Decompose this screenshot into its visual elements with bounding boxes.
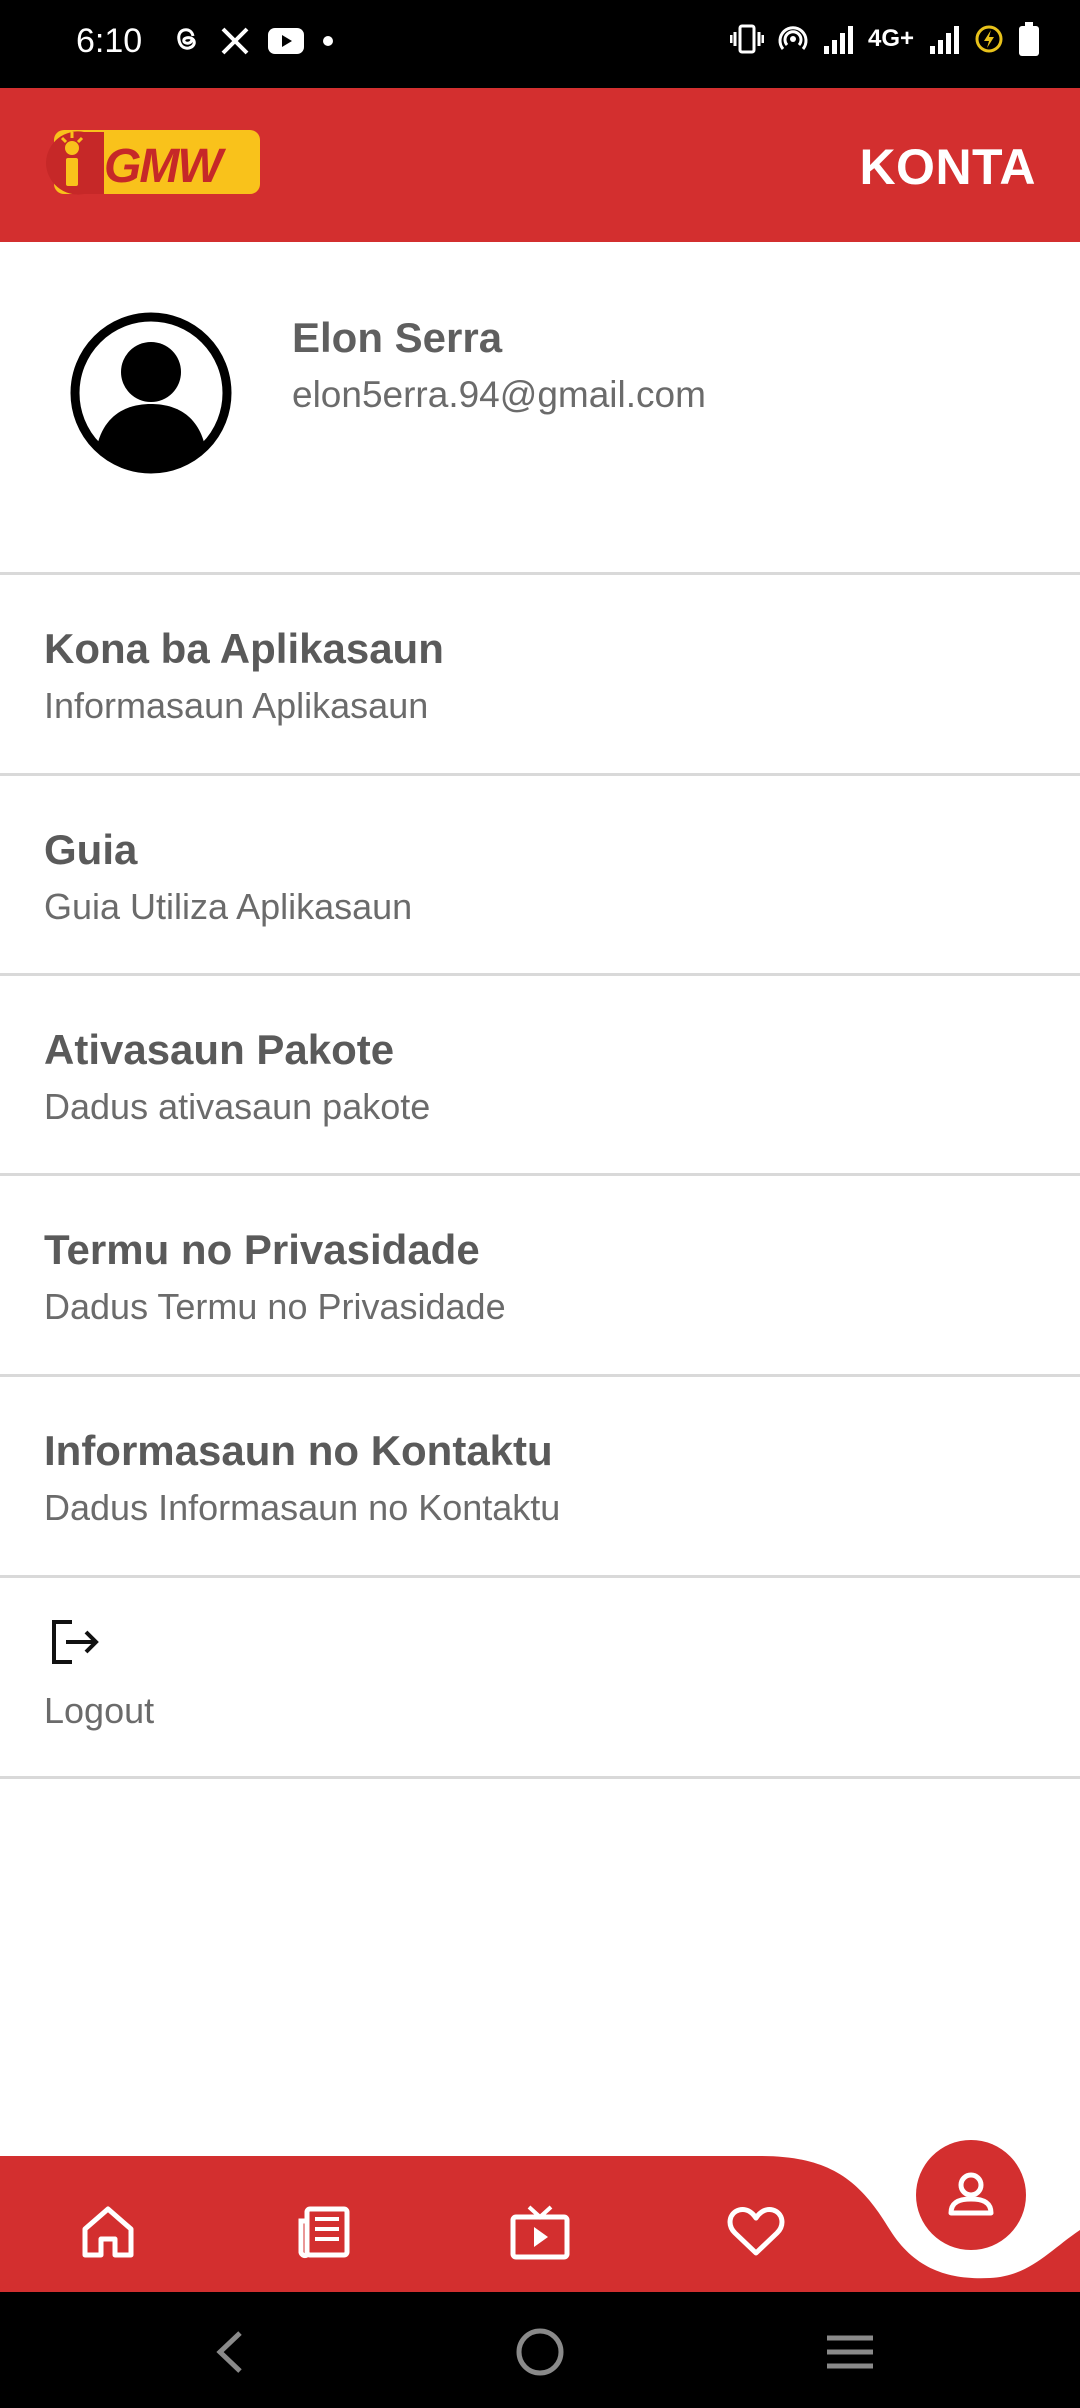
youtube-icon: [268, 28, 304, 54]
menu-item-subtitle: Dadus Termu no Privasidade: [44, 1286, 506, 1327]
signal-icon: [823, 26, 853, 54]
nav-favorites-button[interactable]: [720, 2196, 792, 2268]
status-right-icons: 4G+: [729, 22, 1040, 56]
system-home-button[interactable]: [510, 2322, 570, 2382]
vibrate-icon: [729, 24, 764, 54]
battery-icon: [1019, 22, 1039, 56]
system-recents-button[interactable]: [820, 2322, 880, 2382]
back-icon: [216, 2331, 242, 2373]
logout-icon: [52, 1620, 99, 1664]
home-icon: [82, 2206, 134, 2258]
profile-section: Elon Serra elon5erra.94@gmail.com: [0, 242, 1080, 572]
menu-item-subtitle: Dadus ativasaun pakote: [44, 1086, 431, 1127]
news-icon: [298, 2206, 350, 2259]
status-time: 6:10: [76, 22, 143, 60]
divider: [0, 1776, 1080, 1779]
menu-item-subtitle: Informasaun Aplikasaun: [44, 685, 429, 726]
system-back-button[interactable]: [200, 2322, 260, 2382]
menu-item-about-app[interactable]: Kona ba Aplikasaun Informasaun Aplikasau…: [0, 575, 1080, 773]
menu-icon: [827, 2335, 873, 2369]
menu-item-title: Termu no Privasidade: [44, 1226, 480, 1273]
system-nav-bar: [0, 2292, 1080, 2408]
profile-name: Elon Serra: [292, 314, 503, 361]
threads-icon: [177, 28, 196, 50]
svg-text:GMW: GMW: [104, 140, 226, 193]
nav-home-button[interactable]: [72, 2196, 144, 2268]
x-icon: [221, 27, 249, 55]
menu-item-title: Kona ba Aplikasaun: [44, 625, 444, 672]
heart-icon: [727, 2207, 785, 2256]
page-title: KONTA: [859, 139, 1036, 195]
nav-tv-button[interactable]: [504, 2196, 576, 2268]
menu-item-title: Informasaun no Kontaktu: [44, 1427, 553, 1474]
nav-news-button[interactable]: [288, 2196, 360, 2268]
menu-item-terms-privacy[interactable]: Termu no Privasidade Dadus Termu no Priv…: [0, 1176, 1080, 1374]
menu-item-title: Guia: [44, 826, 138, 873]
avatar: [70, 312, 232, 474]
account-icon: [948, 2172, 994, 2216]
status-left-icons: [172, 24, 334, 58]
battery-saver-icon: [975, 25, 1003, 53]
app-logo: GMW: [45, 130, 260, 195]
nav-account-button[interactable]: [916, 2140, 1026, 2250]
bottom-nav: [0, 2120, 1080, 2292]
dot-icon: [323, 36, 333, 46]
menu-item-subtitle: Guia Utiliza Aplikasaun: [44, 886, 413, 927]
logout-button[interactable]: Logout: [0, 1578, 1080, 1776]
profile-email: elon5erra.94@gmail.com: [292, 374, 706, 415]
logout-label: Logout: [44, 1690, 155, 1731]
menu-item-guide[interactable]: Guia Guia Utiliza Aplikasaun: [0, 776, 1080, 974]
menu-item-contact-info[interactable]: Informasaun no Kontaktu Dadus Informasau…: [0, 1377, 1080, 1575]
app-header: GMW KONTA: [0, 88, 1080, 242]
status-bar: 6:10 4G+: [0, 0, 1080, 88]
menu-item-package-activation[interactable]: Ativasaun Pakote Dadus ativasaun pakote: [0, 976, 1080, 1174]
hotspot-icon: [778, 26, 808, 50]
tv-icon: [510, 2205, 570, 2260]
network-type: 4G+: [867, 25, 914, 52]
home-circle-icon: [516, 2328, 564, 2376]
signal-icon-2: [930, 26, 959, 54]
menu-item-title: Ativasaun Pakote: [44, 1026, 395, 1073]
menu-item-subtitle: Dadus Informasaun no Kontaktu: [44, 1487, 561, 1528]
